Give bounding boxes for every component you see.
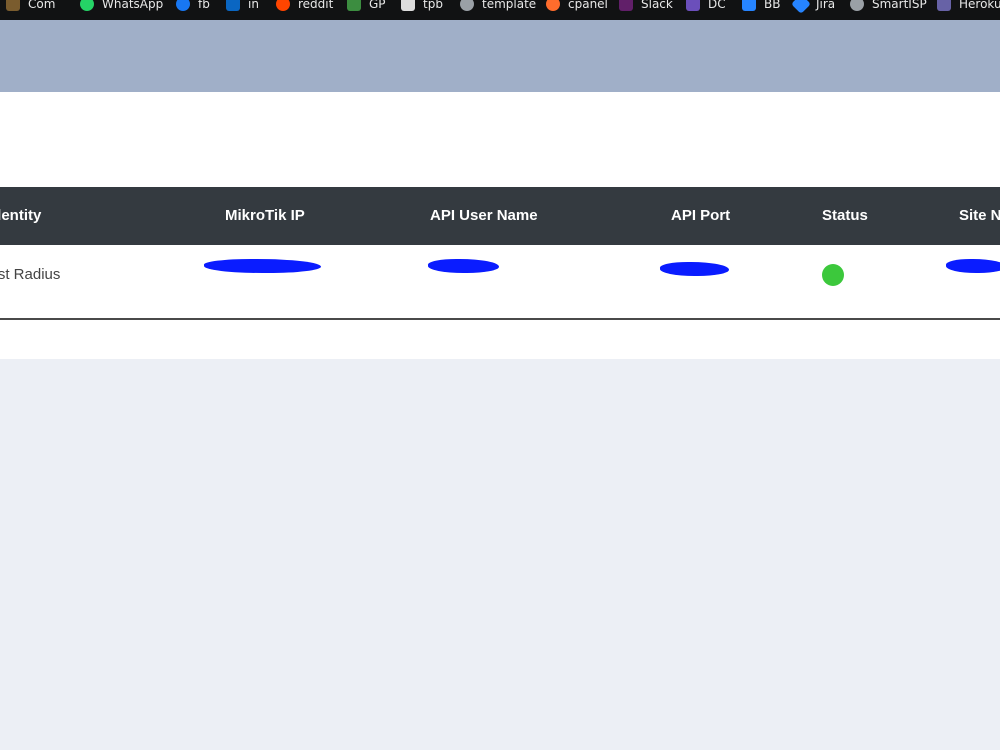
bookmark-smartisp[interactable]: SmartISP (850, 0, 927, 14)
jira-icon (791, 0, 811, 14)
bookmark-label: SmartISP (872, 0, 927, 11)
bookmark-label: Jira (816, 0, 836, 11)
bookmark-label: DC (708, 0, 726, 11)
bookmark-heroku[interactable]: Heroku (937, 0, 1000, 14)
bookmark-label: Com (28, 0, 56, 11)
bitbucket-icon (742, 0, 756, 11)
bookmark-label: fb (198, 0, 210, 11)
column-header-api-user-name[interactable]: API User Name (430, 187, 538, 245)
bookmark-label: in (248, 0, 259, 11)
whatsapp-icon (80, 0, 94, 11)
linkedin-icon (226, 0, 240, 11)
bookmark-slack[interactable]: Slack (619, 0, 673, 14)
reddit-icon (276, 0, 290, 11)
bookmark-label: BB (764, 0, 781, 11)
bookmark-label: template (482, 0, 537, 11)
bookmark-label: Heroku (959, 0, 1000, 11)
bookmark-in[interactable]: in (226, 0, 259, 14)
bookmark-fb[interactable]: fb (176, 0, 210, 14)
bookmark-label: reddit (298, 0, 334, 11)
slack-icon (619, 0, 633, 11)
doc-icon (686, 0, 700, 11)
globe-icon (460, 0, 474, 11)
bookmark-bb[interactable]: BB (742, 0, 780, 14)
bookmarks-bar: Com WhatsApp fb in reddit GP tpb templat… (0, 0, 1000, 20)
bookmark-dc[interactable]: DC (686, 0, 726, 14)
cell-site-name-redacted (946, 259, 1000, 273)
table-header: Identity MikroTik IP API User Name API P… (0, 187, 1000, 245)
heroku-icon (937, 0, 951, 11)
bookmark-label: tpb (423, 0, 443, 11)
content-card: Identity MikroTik IP API User Name API P… (0, 92, 1000, 359)
globe-icon (850, 0, 864, 11)
ship-icon (401, 0, 415, 11)
bookmark-template[interactable]: template (460, 0, 536, 14)
puzzle-icon (347, 0, 361, 11)
column-header-identity[interactable]: Identity (0, 187, 41, 245)
bookmark-label: GP (369, 0, 386, 11)
table-row[interactable]: Test Radius (0, 245, 1000, 320)
app-header (0, 20, 1000, 92)
cell-api-port-redacted (660, 262, 729, 276)
cell-mikrotik-ip-redacted (204, 259, 321, 273)
facebook-icon (176, 0, 190, 11)
cpanel-icon (546, 0, 560, 11)
column-header-site-name[interactable]: Site Name (959, 187, 1000, 245)
column-header-mikrotik-ip[interactable]: MikroTik IP (225, 187, 305, 245)
bookmark-reddit[interactable]: reddit (276, 0, 333, 14)
column-header-status[interactable]: Status (822, 187, 868, 245)
bookmark-cpanel[interactable]: cpanel (546, 0, 608, 14)
status-online-indicator (822, 264, 844, 286)
bookmark-label: Slack (641, 0, 673, 11)
cell-identity: Test Radius (0, 266, 61, 283)
stacked-bars-icon (6, 0, 20, 11)
bookmark-jira[interactable]: Jira (791, 0, 836, 14)
bookmark-gp[interactable]: GP (347, 0, 386, 14)
cell-api-user-redacted (428, 259, 499, 273)
bookmark-whatsapp[interactable]: WhatsApp (80, 0, 163, 14)
bookmark-com[interactable]: Com (6, 0, 55, 14)
bookmark-tpb[interactable]: tpb (401, 0, 443, 14)
column-header-api-port[interactable]: API Port (671, 187, 730, 245)
bookmark-label: cpanel (568, 0, 608, 11)
bookmark-label: WhatsApp (102, 0, 164, 11)
